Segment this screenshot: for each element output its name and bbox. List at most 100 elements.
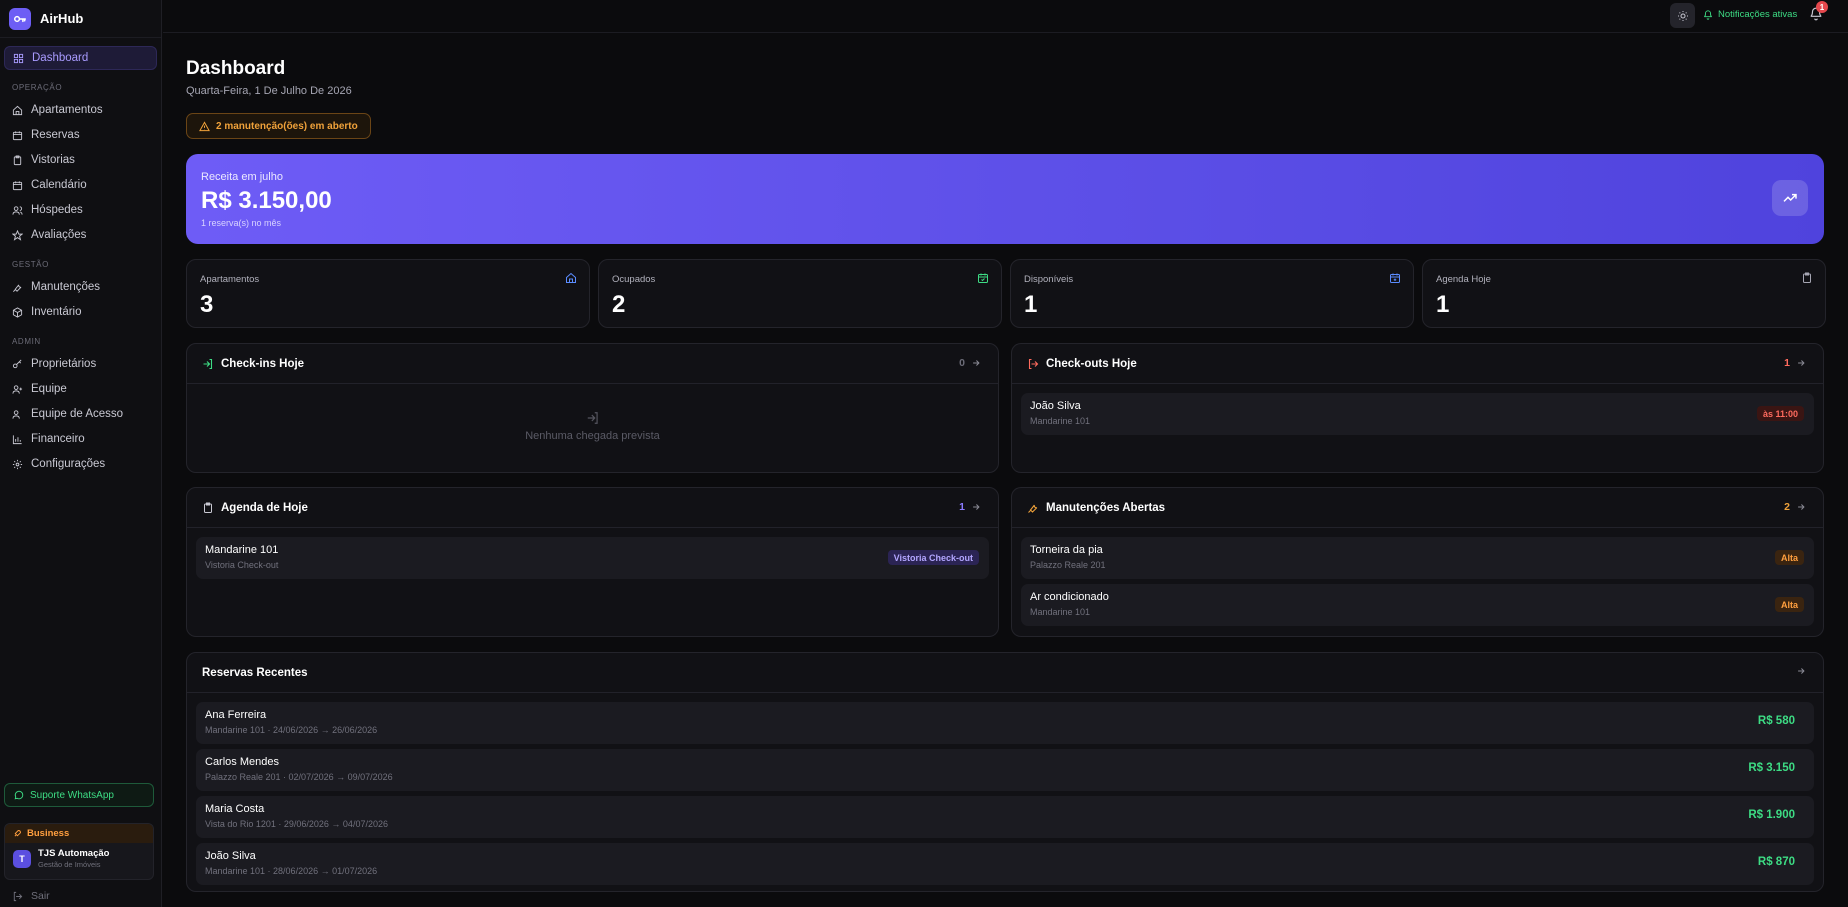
sidebar-item-label: Calendário (31, 179, 87, 191)
list-item[interactable]: Mandarine 101 Vistoria Check-out Vistori… (196, 537, 989, 579)
notifications-status[interactable]: Notificações ativas (1703, 9, 1797, 20)
row-subtitle: Vistoria Check-out (205, 560, 279, 570)
sidebar-nav: Dashboard OPERAÇÃO Apartamentos Reservas… (0, 38, 161, 476)
reservation-amount: R$ 580 (1757, 715, 1795, 727)
nav-section-gestao: GESTÃO (12, 260, 49, 269)
page-date: Quarta-Feira, 1 De Julho De 2026 (186, 85, 352, 97)
sidebar-item-configuracoes[interactable]: Configurações (4, 452, 157, 476)
stat-value: 2 (612, 291, 626, 318)
table-row[interactable]: João Silva Mandarine 101 · 28/06/2026 → … (196, 843, 1814, 885)
notifications-label: Notificações ativas (1718, 9, 1798, 20)
sidebar-item-hospedes[interactable]: Hóspedes (4, 198, 157, 222)
sidebar-item-avaliacoes[interactable]: Avaliações (4, 223, 157, 247)
whatsapp-support-button[interactable]: Suporte WhatsApp (4, 783, 154, 807)
brand[interactable]: AirHub (0, 0, 161, 38)
calendar-icon (12, 130, 23, 141)
users-icon (12, 205, 23, 216)
warning-icon (199, 120, 210, 131)
notification-count-badge: 1 (1816, 1, 1828, 13)
stat-label: Apartamentos (200, 274, 260, 285)
theme-toggle-button[interactable] (1670, 3, 1695, 28)
guest-name: João Silva (205, 850, 256, 862)
sidebar-item-apartamentos[interactable]: Apartamentos (4, 98, 157, 122)
row-subtitle: Palazzo Reale 201 (1030, 560, 1106, 570)
guest-name: Maria Costa (205, 803, 265, 815)
stat-value: 1 (1436, 291, 1450, 318)
card-title: Check-ins Hoje (221, 357, 305, 370)
sidebar-item-financeiro[interactable]: Financeiro (4, 427, 157, 451)
reservation-amount: R$ 870 (1757, 856, 1795, 868)
stat-label: Agenda Hoje (1436, 274, 1491, 285)
table-row[interactable]: Maria Costa Vista do Rio 1201 · 29/06/20… (196, 796, 1814, 838)
stat-ocupados: Ocupados 2 (598, 259, 1002, 328)
logout-button[interactable]: Sair (12, 890, 50, 902)
row-subtitle: Mandarine 101 (1030, 607, 1091, 617)
sidebar-item-label: Proprietários (31, 358, 97, 370)
logout-label: Sair (31, 890, 50, 902)
sidebar-item-label: Reservas (31, 129, 80, 141)
brand-name: AirHub (40, 11, 84, 26)
maintenance-alert[interactable]: 2 manutenção(ões) em aberto (186, 113, 371, 139)
sidebar-item-dashboard[interactable]: Dashboard (4, 46, 157, 70)
bell-icon (1704, 9, 1712, 20)
maintenance-card: Manutenções Abertas 2 Torneira da pia Pa… (1011, 487, 1824, 637)
agenda-view-all-link[interactable]: 1 (959, 501, 981, 513)
list-item[interactable]: João Silva Mandarine 101 às 11:00 (1021, 393, 1814, 435)
box-icon (12, 306, 23, 318)
sidebar-item-equipe[interactable]: Equipe (4, 377, 157, 401)
rocket-icon (14, 830, 21, 837)
login-icon (587, 412, 598, 424)
logout-icon (13, 891, 23, 901)
page-title: Dashboard (186, 58, 286, 79)
stat-label: Disponíveis (1024, 274, 1074, 285)
maintenance-view-all-link[interactable]: 2 (1784, 501, 1806, 513)
home-icon (12, 105, 23, 116)
stat-value: 1 (1024, 291, 1038, 318)
sidebar-item-inventario[interactable]: Inventário (4, 300, 157, 324)
alert-text: 2 manutenção(ões) em aberto (216, 120, 358, 132)
sidebar-item-proprietarios[interactable]: Proprietários (4, 352, 157, 376)
checkouts-card: Check-outs Hoje 1 João Silva Mandarine 1… (1011, 343, 1824, 473)
arrow-right-icon (1798, 504, 1805, 510)
priority-badge: Alta (1774, 550, 1804, 565)
time-badge: às 11:00 (1756, 406, 1804, 421)
nav-section-operacao: OPERAÇÃO (12, 83, 63, 92)
sidebar-item-equipe-de-acesso[interactable]: Equipe de Acesso (4, 402, 157, 426)
checkins-card: Check-ins Hoje 0 Nenhuma chegada previst… (186, 343, 999, 473)
clipboard-icon (202, 502, 214, 514)
sidebar-item-manutencoes[interactable]: Manutenções (4, 275, 157, 299)
sidebar-item-label: Hóspedes (31, 204, 83, 216)
arrow-right-icon (1798, 360, 1805, 366)
list-item[interactable]: Ar condicionado Mandarine 101 Alta (1021, 584, 1814, 626)
trending-up-icon (1772, 180, 1808, 216)
checkins-view-all-link[interactable]: 0 (959, 357, 981, 369)
grid-icon (13, 53, 24, 64)
logout-icon (1027, 358, 1039, 370)
arrow-right-icon (1798, 668, 1805, 674)
revenue-card: Receita em julho R$ 3.150,00 1 reserva(s… (186, 154, 1824, 244)
agenda-count: 1 (959, 501, 965, 513)
plan-card[interactable]: Business T TJS Automação Gestão de Imóve… (4, 823, 154, 880)
bar-chart-icon (12, 434, 23, 445)
stat-apartamentos: Apartamentos 3 (186, 259, 590, 328)
table-row[interactable]: Ana Ferreira Mandarine 101 · 24/06/2026 … (196, 702, 1814, 744)
reservation-details: Mandarine 101 · 28/06/2026 → 01/07/2026 (205, 866, 378, 876)
list-item[interactable]: Torneira da pia Palazzo Reale 201 Alta (1021, 537, 1814, 579)
sidebar-item-calendario[interactable]: Calendário (4, 173, 157, 197)
users-icon (12, 409, 23, 420)
recent-view-all-link[interactable] (1790, 666, 1806, 676)
checkouts-view-all-link[interactable]: 1 (1784, 357, 1806, 369)
sidebar-item-vistorias[interactable]: Vistorias (4, 148, 157, 172)
type-badge: Vistoria Check-out (887, 550, 979, 565)
sidebar-item-reservas[interactable]: Reservas (4, 123, 157, 147)
sidebar-item-label: Configurações (31, 458, 106, 470)
row-subtitle: Mandarine 101 (1030, 416, 1091, 426)
reservation-amount: R$ 3.150 (1748, 762, 1795, 774)
notifications-bell-button[interactable]: 1 (1809, 1, 1828, 26)
recent-reservations-card: Reservas Recentes Ana Ferreira Mandarine… (186, 652, 1824, 892)
table-row[interactable]: Carlos Mendes Palazzo Reale 201 · 02/07/… (196, 749, 1814, 791)
guest-name: Ana Ferreira (205, 709, 267, 721)
revenue-subtitle: 1 reserva(s) no mês (201, 218, 282, 228)
reservation-details: Palazzo Reale 201 · 02/07/2026 → 09/07/2… (205, 772, 393, 782)
sidebar-item-label: Manutenções (31, 281, 101, 293)
